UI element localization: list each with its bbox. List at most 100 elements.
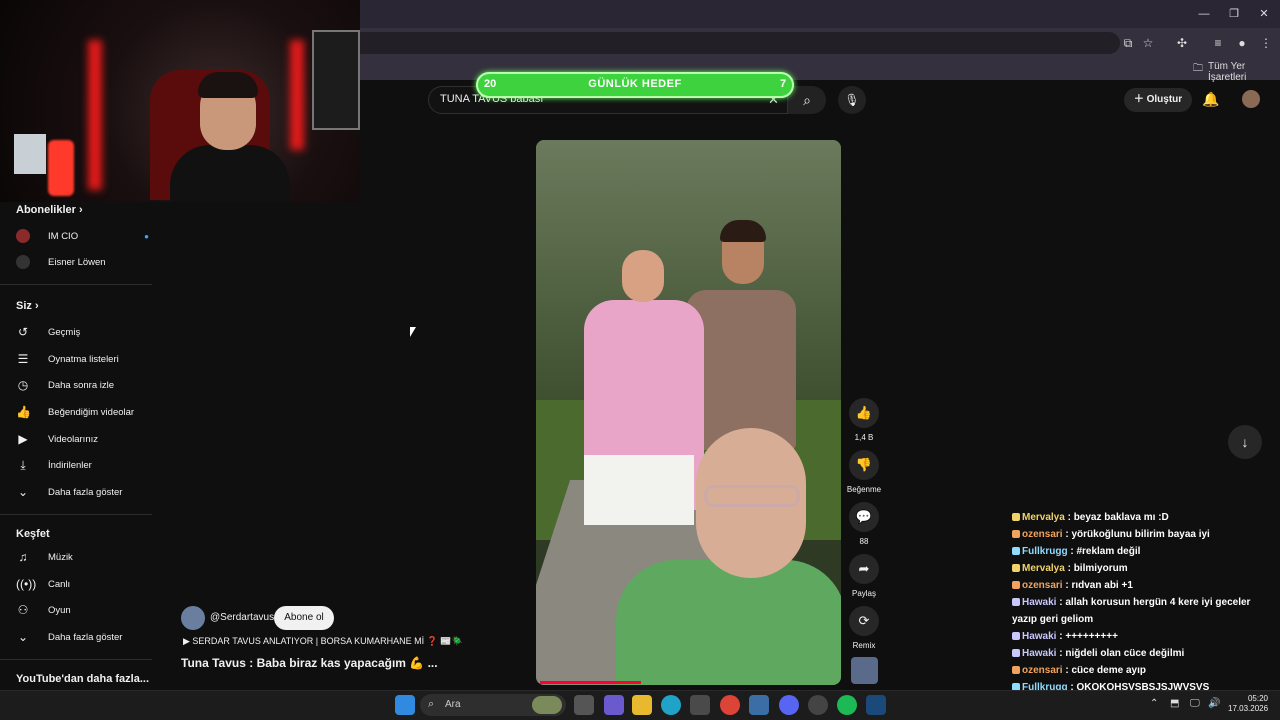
profile-icon[interactable]: ● xyxy=(1234,35,1250,51)
chevron-right-icon: › xyxy=(78,204,83,216)
sidebar-item-history[interactable]: ↺ Geçmiş xyxy=(16,323,80,341)
teams-icon[interactable] xyxy=(604,695,624,715)
folder-icon: 🗀 xyxy=(1193,63,1203,74)
chat-username[interactable]: Hawaki xyxy=(1022,631,1056,642)
taskbar-search-placeholder: Ara xyxy=(445,699,461,710)
chat-badge-icon xyxy=(1012,666,1020,675)
edge-icon[interactable] xyxy=(661,695,681,715)
short-title[interactable]: Tuna Tavus : Baba biraz kas yapacağım 💪 … xyxy=(181,656,438,670)
chat-badge-icon xyxy=(1012,513,1020,522)
network-icon[interactable]: 🖵 xyxy=(1190,698,1200,709)
comments-button[interactable]: 💬 xyxy=(849,502,879,532)
sidebar-item-watch-later[interactable]: ◷ Daha sonra izle xyxy=(16,376,114,394)
sidebar-item-liked[interactable]: 👍 Beğendiğim videolar xyxy=(16,403,134,421)
mouse-cursor xyxy=(410,327,416,337)
subscriptions-heading[interactable]: Abonelikler › xyxy=(16,204,83,216)
chat-username[interactable]: ozensari xyxy=(1022,529,1063,540)
media-control-icon[interactable]: ≡ xyxy=(1210,35,1226,51)
goal-title: GÜNLÜK HEDEF xyxy=(588,78,682,90)
clock-time: 05:20 xyxy=(1247,694,1268,703)
music-icon: ♫ xyxy=(18,550,28,564)
subscribe-button[interactable]: Abone ol xyxy=(274,606,334,630)
spotify-icon[interactable] xyxy=(837,695,857,715)
share-button[interactable]: ➦ xyxy=(849,554,879,584)
channel-label: IM CIO xyxy=(48,230,79,242)
chat-badge-icon xyxy=(1012,649,1020,658)
chat-message: ozensari : cüce deme ayıp xyxy=(1012,662,1274,679)
channel-avatar xyxy=(16,255,30,269)
channel-label: Eisner Löwen xyxy=(48,256,106,268)
voice-search-button[interactable]: 🎙 xyxy=(838,86,866,114)
bookmark-star-icon[interactable]: ☆ xyxy=(1140,35,1156,51)
thumbs-down-icon: 👎 xyxy=(855,457,873,472)
sidebar-item-downloads[interactable]: ⤓ İndirilenler xyxy=(16,456,91,474)
arrow-down-icon: ↓ xyxy=(1241,434,1249,450)
sidebar-item-playlists[interactable]: ☰ Oynatma listeleri xyxy=(16,350,119,368)
next-short-button[interactable]: ↓ xyxy=(1228,425,1262,459)
create-label: Oluştur xyxy=(1146,94,1183,105)
search-highlight-icon xyxy=(532,696,562,714)
you-heading[interactable]: Siz › xyxy=(16,300,39,312)
chat-username[interactable]: ozensari xyxy=(1022,665,1063,676)
playlist-icon: ☰ xyxy=(17,352,29,366)
channel-avatar[interactable] xyxy=(181,606,205,630)
volume-icon[interactable]: 🔊 xyxy=(1208,698,1220,709)
chat-username[interactable]: Hawaki xyxy=(1022,648,1056,659)
discord-icon[interactable] xyxy=(779,695,799,715)
like-button[interactable]: 👍 xyxy=(849,398,879,428)
chat-username[interactable]: Hawaki xyxy=(1022,597,1056,608)
divider xyxy=(0,514,152,515)
sound-link[interactable]: ▶ SERDAR TAVUS ANLATIYOR | BORSA KUMARHA… xyxy=(183,636,463,647)
obs-icon[interactable] xyxy=(808,695,828,715)
video-icon: ▶ xyxy=(18,432,28,446)
channel-name[interactable]: @Serdartavus xyxy=(210,612,274,623)
shorts-video-player[interactable] xyxy=(536,140,841,685)
chat-username[interactable]: Mervalya xyxy=(1022,512,1065,523)
dislike-button[interactable]: 👎 xyxy=(849,450,879,480)
install-app-icon[interactable]: ⧉ xyxy=(1120,35,1136,51)
sound-thumbnail[interactable] xyxy=(851,657,878,684)
store-icon[interactable] xyxy=(690,695,710,715)
task-view-icon[interactable] xyxy=(574,695,594,715)
chat-text: beyaz baklava mı :D xyxy=(1073,512,1169,523)
extensions-icon[interactable]: ✣ xyxy=(1174,35,1190,51)
app-icon[interactable] xyxy=(749,695,769,715)
file-explorer-icon[interactable] xyxy=(632,695,652,715)
tray-app-icon[interactable]: ⬒ xyxy=(1170,698,1179,709)
steam-icon[interactable] xyxy=(866,695,886,715)
search-button[interactable]: ⌕ xyxy=(788,86,826,114)
windows-start-icon[interactable] xyxy=(395,695,415,715)
sidebar-item-gaming[interactable]: ⚇ Oyun xyxy=(16,601,71,619)
remix-label: Remix xyxy=(852,641,876,650)
chat-badge-icon xyxy=(1012,564,1020,573)
maximize-icon[interactable]: ❐ xyxy=(1226,6,1242,22)
sidebar-channel-eisner[interactable]: Eisner Löwen xyxy=(16,253,106,271)
remix-button[interactable]: ⟳ xyxy=(849,606,879,636)
sidebar-item-live[interactable]: ((•)) Canlı xyxy=(16,575,70,593)
all-bookmarks-label[interactable]: Tüm Yer İşaretleri xyxy=(1208,61,1280,83)
sidebar-item-your-videos[interactable]: ▶ Videolarınız xyxy=(16,430,98,448)
chat-badge-icon xyxy=(1012,581,1020,590)
notifications-bell-icon[interactable]: 🔔 xyxy=(1202,91,1219,108)
chat-username[interactable]: Mervalya xyxy=(1022,563,1065,574)
sidebar-item-explore-more[interactable]: ⌄ Daha fazla göster xyxy=(16,628,123,646)
chevron-down-icon: ⌄ xyxy=(17,630,29,644)
create-button[interactable]: ＋ Oluştur xyxy=(1124,88,1192,112)
chat-username[interactable]: Fullkrugg xyxy=(1022,546,1068,557)
chat-badge-icon xyxy=(1012,530,1020,539)
sidebar-item-music[interactable]: ♫ Müzik xyxy=(16,548,73,566)
user-avatar[interactable] xyxy=(1242,90,1260,108)
address-bar[interactable] xyxy=(360,32,1120,54)
chat-username[interactable]: ozensari xyxy=(1022,580,1063,591)
chat-message: Hawaki : allah korusun hergün 4 kere iyi… xyxy=(1012,594,1274,628)
chrome-icon[interactable] xyxy=(720,695,740,715)
close-icon[interactable]: ✕ xyxy=(1256,6,1272,22)
minimize-icon[interactable]: — xyxy=(1196,6,1212,22)
sidebar-item-show-more[interactable]: ⌄ Daha fazla göster xyxy=(16,483,123,501)
sidebar-channel-imcio[interactable]: IM CIO ● xyxy=(16,227,149,245)
video-progress-bar[interactable] xyxy=(540,681,641,684)
chat-message: Mervalya : beyaz baklava mı :D xyxy=(1012,509,1274,526)
tray-chevron-icon[interactable]: ⌃ xyxy=(1150,698,1158,709)
taskbar-clock[interactable]: 05:20 17.03.2026 xyxy=(1228,694,1268,714)
kebab-menu-icon[interactable]: ⋮ xyxy=(1258,35,1274,51)
